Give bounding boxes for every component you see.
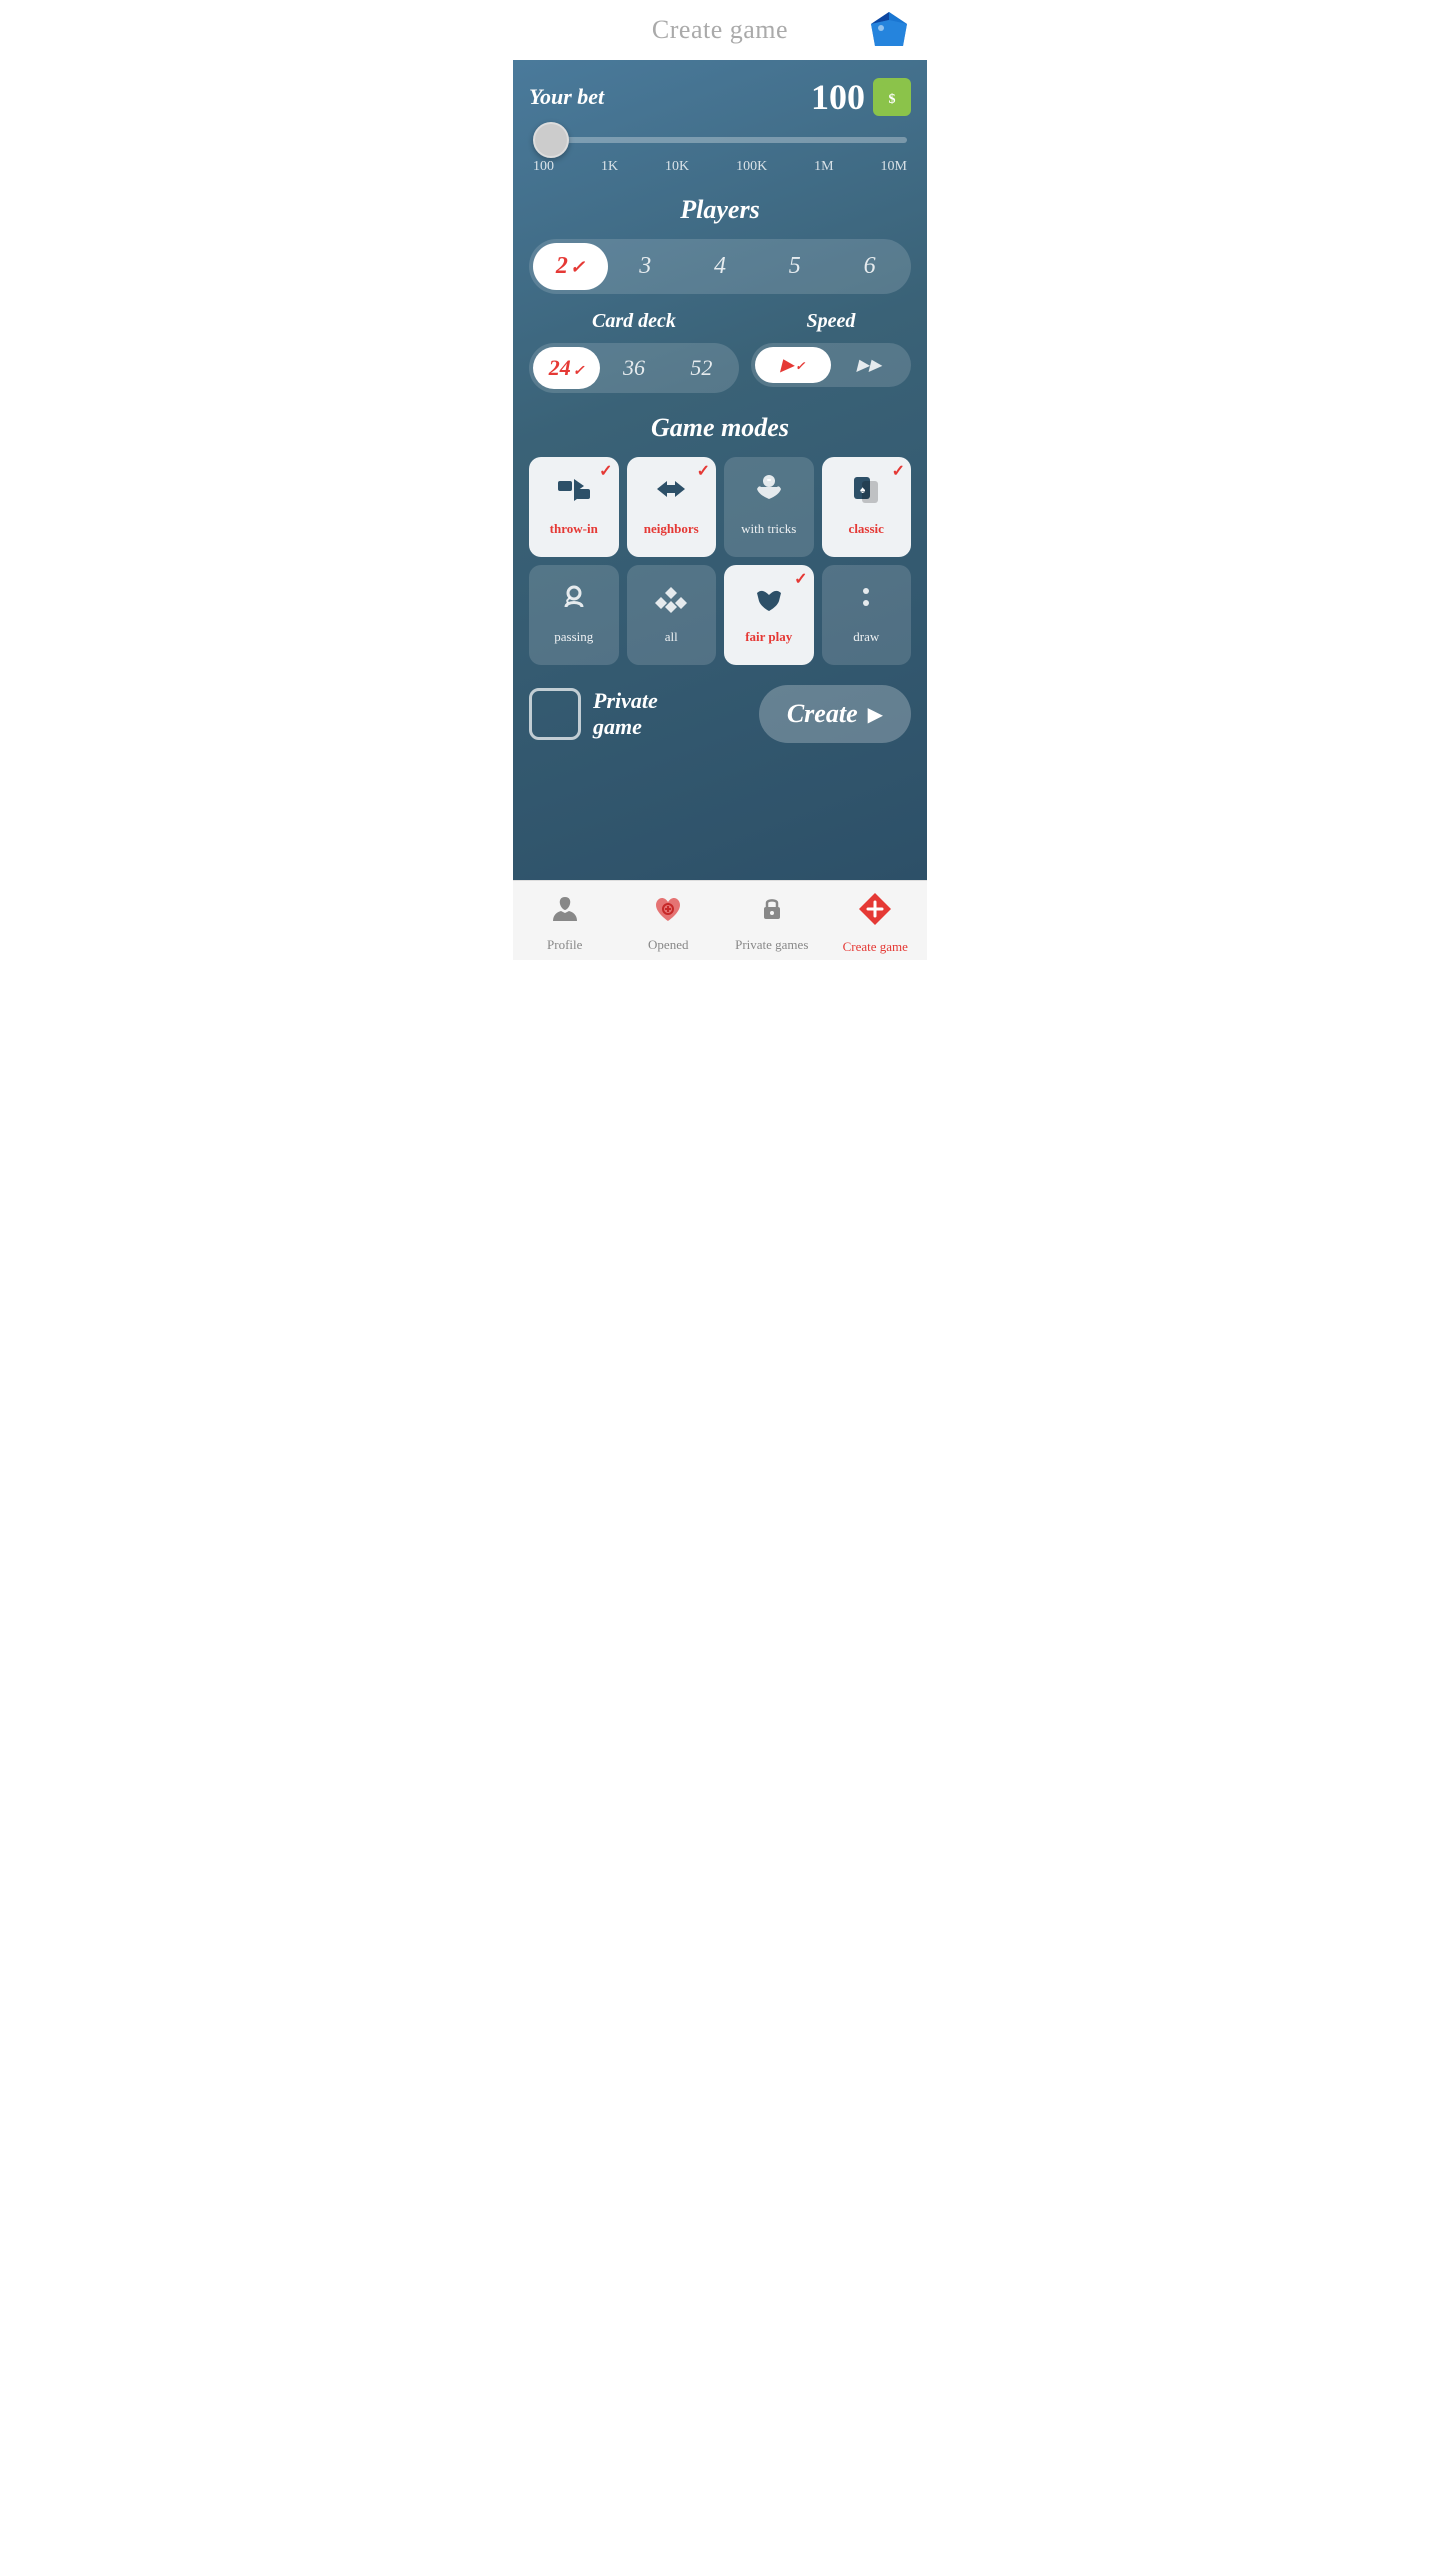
nav-item-create-game[interactable]: Create game	[824, 891, 928, 955]
svg-text:♠: ♠	[860, 485, 866, 496]
mode-all-label: all	[665, 629, 678, 645]
bottom-nav: Profile Opened Private games	[513, 880, 927, 960]
players-option-5[interactable]: 5	[757, 243, 832, 290]
players-section: Players 2✓ 3 4 5 6	[529, 195, 911, 294]
mode-throw-in[interactable]: ✓ throw-in	[529, 457, 619, 557]
game-modes-grid: ✓ throw-in ✓	[529, 457, 911, 665]
throw-in-icon	[556, 471, 592, 515]
bet-label: Your bet	[529, 84, 604, 110]
nav-profile-label: Profile	[547, 937, 582, 953]
mode-fair-play[interactable]: ✓ fair play	[724, 565, 814, 665]
mode-neighbors-label: neighbors	[644, 521, 699, 537]
classic-icon: ♠	[848, 471, 884, 515]
mode-classic[interactable]: ✓ ♠ classic	[822, 457, 912, 557]
mode-passing[interactable]: passing	[529, 565, 619, 665]
create-button-arrow-icon: ▶	[868, 702, 883, 727]
opened-icon	[652, 893, 684, 933]
bottom-row: Privategame Create ▶	[529, 685, 911, 743]
main-content: Your bet 100 $ 100 1K 10K 100K 1M 10M	[513, 60, 927, 880]
svg-text:$: $	[889, 92, 896, 107]
nav-item-private-games[interactable]: Private games	[720, 893, 824, 953]
slider-label-1k: 1K	[601, 159, 618, 175]
speed-label: Speed	[751, 310, 911, 333]
page-title: Create game	[652, 15, 788, 45]
card-deck-group: Card deck 24✓ 36 52	[529, 310, 739, 393]
options-row: Card deck 24✓ 36 52 Speed ▶✓ ▶▶	[529, 310, 911, 393]
slider-label-10m: 10M	[881, 159, 907, 175]
nav-item-opened[interactable]: Opened	[617, 893, 721, 953]
mode-all[interactable]: all	[627, 565, 717, 665]
deck-option-24[interactable]: 24✓	[533, 347, 600, 389]
with-tricks-icon	[751, 471, 787, 515]
card-deck-label: Card deck	[529, 310, 739, 333]
mode-fair-play-label: fair play	[745, 629, 792, 645]
private-game-section: Privategame	[529, 688, 658, 741]
profile-icon	[549, 893, 581, 933]
game-modes-section: Game modes ✓ throw-in ✓	[529, 413, 911, 665]
neighbors-icon	[653, 471, 689, 515]
deck-option-52[interactable]: 52	[668, 347, 735, 389]
slider-labels: 100 1K 10K 100K 1M 10M	[533, 159, 907, 175]
create-button-label: Create	[787, 699, 858, 729]
create-game-icon	[857, 891, 893, 935]
bet-currency-icon: $	[873, 78, 911, 116]
mode-classic-label: classic	[849, 521, 884, 537]
bet-value: 100	[811, 76, 865, 118]
mode-draw[interactable]: draw	[822, 565, 912, 665]
slider-label-10k: 10K	[665, 159, 689, 175]
nav-create-label: Create game	[843, 939, 908, 955]
bet-slider[interactable]	[533, 137, 907, 143]
players-option-4[interactable]: 4	[683, 243, 758, 290]
nav-item-profile[interactable]: Profile	[513, 893, 617, 953]
mode-with-tricks-label: with tricks	[741, 521, 796, 537]
bet-slider-container[interactable]: 100 1K 10K 100K 1M 10M	[529, 130, 911, 175]
players-option-2[interactable]: 2✓	[533, 243, 608, 290]
draw-icon	[848, 579, 884, 623]
slider-label-100k: 100K	[736, 159, 767, 175]
deck-option-36[interactable]: 36	[600, 347, 667, 389]
slider-label-1m: 1M	[814, 159, 833, 175]
create-button[interactable]: Create ▶	[759, 685, 911, 743]
game-modes-title: Game modes	[529, 413, 911, 443]
mode-neighbors-check: ✓	[697, 461, 710, 481]
private-games-icon	[756, 893, 788, 933]
bet-section: Your bet 100 $ 100 1K 10K 100K 1M 10M	[529, 76, 911, 175]
speed-selector: ▶✓ ▶▶	[751, 343, 911, 387]
speed-option-normal[interactable]: ▶✓	[755, 347, 831, 383]
passing-icon	[556, 579, 592, 623]
card-deck-selector: 24✓ 36 52	[529, 343, 739, 393]
header: Create game	[513, 0, 927, 60]
speed-option-fast[interactable]: ▶▶	[831, 347, 907, 383]
mode-neighbors[interactable]: ✓ neighbors	[627, 457, 717, 557]
mode-throw-in-label: throw-in	[550, 521, 598, 537]
private-game-label: Privategame	[593, 688, 658, 741]
players-option-3[interactable]: 3	[608, 243, 683, 290]
speed-group: Speed ▶✓ ▶▶	[751, 310, 911, 387]
nav-private-label: Private games	[735, 937, 808, 953]
mode-passing-label: passing	[554, 629, 593, 645]
fair-play-icon	[751, 579, 787, 623]
players-option-6[interactable]: 6	[832, 243, 907, 290]
mode-throw-in-check: ✓	[599, 461, 612, 481]
mode-draw-label: draw	[853, 629, 879, 645]
mode-fair-play-check: ✓	[794, 569, 807, 589]
mode-classic-check: ✓	[892, 461, 905, 481]
gem-icon	[867, 8, 911, 52]
nav-opened-label: Opened	[648, 937, 688, 953]
all-icon	[653, 579, 689, 623]
mode-with-tricks[interactable]: with tricks	[724, 457, 814, 557]
private-game-checkbox[interactable]	[529, 688, 581, 740]
players-selector: 2✓ 3 4 5 6	[529, 239, 911, 294]
players-title: Players	[529, 195, 911, 225]
slider-label-100: 100	[533, 159, 554, 175]
